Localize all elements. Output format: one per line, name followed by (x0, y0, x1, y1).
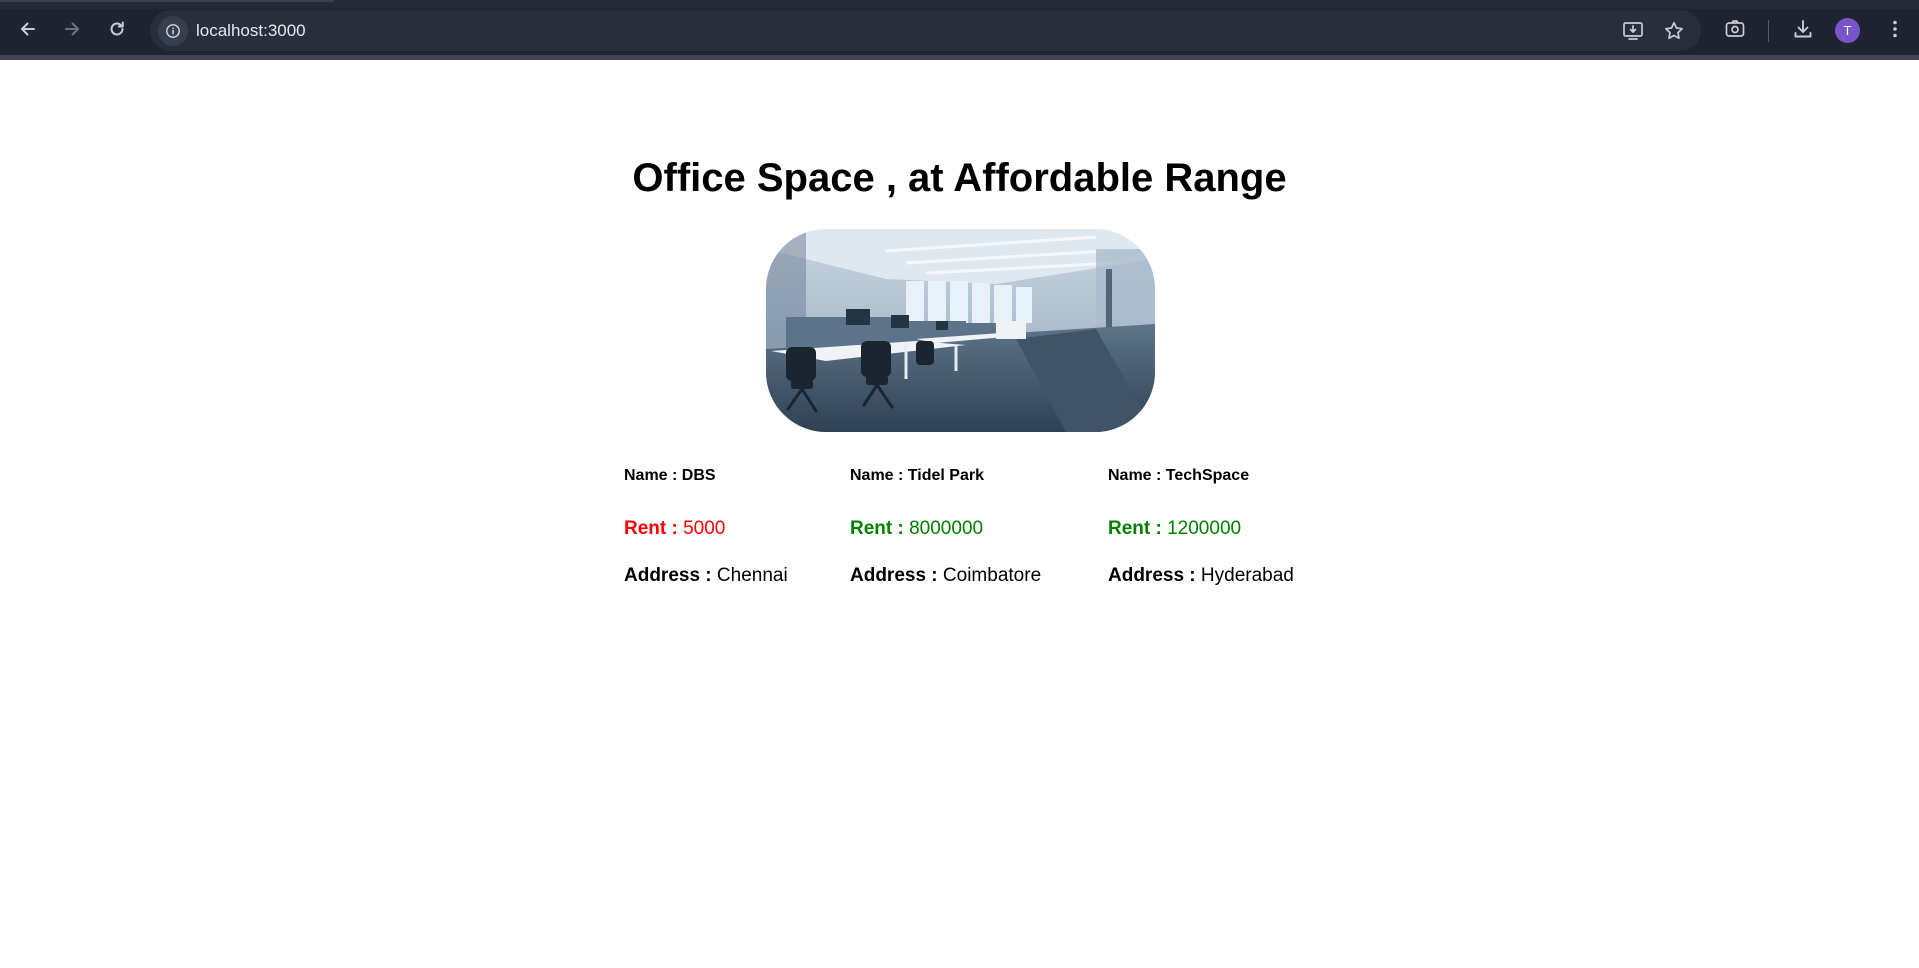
active-tab-indicator (0, 0, 334, 2)
screenshot-lens-icon (1725, 20, 1745, 37)
install-app-icon (1623, 22, 1643, 40)
address-label: Address : (1108, 565, 1196, 586)
address-value: Chennai (716, 565, 788, 586)
office-rent: Rent : 1200000 (1108, 517, 1241, 541)
forward-icon (65, 22, 79, 36)
office-address: Address : Hyderabad (1108, 564, 1294, 588)
rent-label: Rent : (1108, 518, 1162, 539)
office-name: Name : TechSpace (1108, 467, 1250, 484)
site-info-button[interactable] (158, 16, 188, 46)
rent-value: 1200000 (1167, 518, 1242, 539)
site-info-icon (166, 24, 180, 38)
address-label: Address : (624, 565, 712, 586)
forward-button[interactable] (57, 14, 87, 44)
office-card-3: Name : TechSpace Rent : 1200000 Address … (1108, 466, 1294, 586)
office-image (766, 229, 1155, 432)
rent-value: 8000000 (909, 518, 984, 539)
office-address: Address : Coimbatore (850, 564, 1041, 588)
url-text[interactable]: localhost:3000 (196, 21, 306, 41)
office-card-1: Name : DBS Rent : 5000 Address : Chennai (624, 466, 788, 586)
more-menu-button[interactable] (1882, 16, 1908, 42)
bookmark-star-icon (1665, 21, 1683, 40)
bookmark-button[interactable] (1663, 20, 1685, 42)
reload-icon (110, 21, 124, 36)
screenshot-lens-button[interactable] (1722, 16, 1748, 42)
address-bar[interactable]: localhost:3000 (150, 10, 1701, 51)
back-button[interactable] (13, 14, 43, 44)
office-interior-illustration (766, 229, 1155, 432)
office-name: Name : DBS (624, 467, 716, 484)
rent-value: 5000 (683, 518, 726, 539)
back-icon (21, 22, 35, 36)
browser-toolbar: localhost:3000 T (0, 0, 1919, 60)
address-label: Address : (850, 565, 938, 586)
rent-label: Rent : (624, 518, 678, 539)
download-icon (1794, 20, 1812, 38)
address-value: Coimbatore (942, 565, 1042, 586)
install-app-button[interactable] (1622, 20, 1644, 42)
office-rent: Rent : 8000000 (850, 517, 983, 541)
office-card-2: Name : Tidel Park Rent : 8000000 Address… (850, 466, 1041, 586)
reload-button[interactable] (102, 14, 132, 44)
more-menu-icon (1893, 20, 1897, 38)
downloads-button[interactable] (1790, 16, 1816, 42)
page-title: Office Space , at Affordable Range (632, 156, 1287, 200)
address-value: Hyderabad (1200, 565, 1294, 586)
office-name: Name : Tidel Park (850, 467, 984, 484)
office-rent: Rent : 5000 (624, 517, 725, 541)
rent-label: Rent : (850, 518, 904, 539)
toolbar-divider (1768, 20, 1769, 42)
profile-avatar[interactable]: T (1835, 18, 1860, 43)
office-address: Address : Chennai (624, 564, 788, 588)
toolbar-bottom-border (0, 55, 1919, 60)
